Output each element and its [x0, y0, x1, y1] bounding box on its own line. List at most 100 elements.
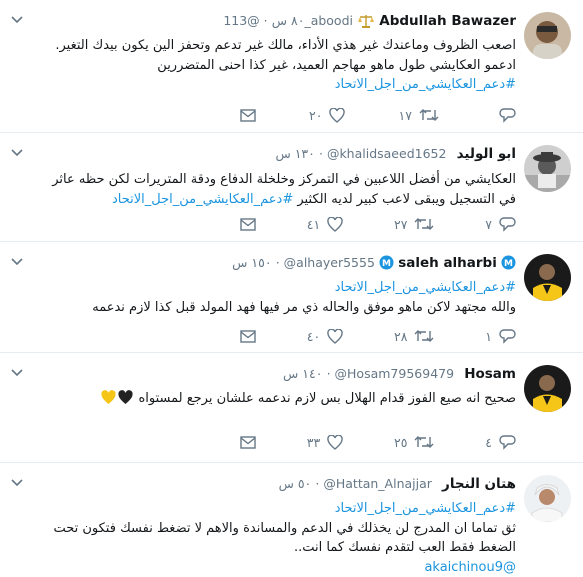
retweet-icon: [414, 436, 434, 448]
chevron-down-icon[interactable]: [10, 12, 24, 26]
tweet-header: ١٤٠ س · @Hosam79569479 Hosam: [283, 366, 516, 382]
hashtag-link[interactable]: #دعم_العكايشي_من_اجل_الاتحاد: [335, 501, 516, 516]
display-name[interactable]: Hosam: [464, 366, 516, 382]
reply-count: ٧: [485, 216, 492, 232]
reply-icon: [499, 328, 516, 344]
envelope-icon: [240, 329, 256, 343]
envelope-icon: [240, 108, 256, 122]
tweet-line: اصعب الظروف وماعندك غير هذي الأداء، مالك…: [55, 38, 516, 53]
hashtag-link[interactable]: #دعم_العكايشي_من_اجل_الاتحاد: [335, 77, 516, 92]
retweet-button[interactable]: ١٧: [399, 108, 439, 123]
verified-badge-icon: M: [379, 255, 394, 274]
like-button[interactable]: ٤٠: [306, 328, 343, 344]
display-name[interactable]: saleh alharbi: [398, 255, 497, 271]
dm-button[interactable]: [240, 329, 256, 343]
like-count: ٤٠: [306, 328, 321, 344]
tweet-line: ثق تماما ان المدرج لن يخذلك في الدعم وال…: [53, 520, 516, 536]
tweet-text: العكايشي من أفضل اللاعبين في التمركز وخل…: [30, 170, 516, 209]
tweet-time[interactable]: ٥٠ س: [279, 476, 312, 491]
retweet-button[interactable]: ٢٨: [394, 329, 434, 344]
reply-count: ١: [485, 328, 492, 344]
like-button[interactable]: ٢٠: [309, 107, 346, 123]
reply-button[interactable]: ١: [485, 329, 516, 344]
retweet-count: ٢٧: [394, 216, 408, 232]
black-heart-emoji: [117, 390, 134, 412]
tweet-feed: ٨٠ س · @113_aboodi Abdullah Bawazer اصعب…: [0, 0, 583, 575]
dm-button[interactable]: [240, 217, 256, 231]
mention-link[interactable]: @akaichinou9: [424, 560, 516, 575]
display-name[interactable]: Abdullah Bawazer: [379, 13, 516, 29]
avatar[interactable]: [524, 365, 571, 412]
retweet-icon: [414, 330, 434, 342]
retweet-count: ٢٨: [394, 328, 408, 344]
avatar[interactable]: [524, 145, 571, 192]
hashtag-link[interactable]: #دعم_العكايشي_من_اجل_الاتحاد: [335, 280, 516, 295]
tweet[interactable]: ١٣٠ س · @khalidsaeed1652 ابو الوليد العك…: [0, 133, 583, 242]
tweet-text: #دعم_العكايشي_من_اجل_الاتحاد والله مجتهد…: [30, 278, 516, 317]
tweet-header: ٥٠ س · @Hattan_Alnajjar هتان النجار: [278, 476, 516, 492]
yellow-heart-emoji: [100, 390, 117, 412]
tweet-line: ادعمو العكايشي طول ماهو مهاجم العميد، غي…: [157, 57, 516, 73]
tweet-text: #دعم_العكايشي_من_اجل_الاتحاد ثق تماما ان…: [30, 499, 516, 577]
tweet-time[interactable]: ١٤٠ س: [283, 366, 322, 381]
retweet-count: ١٧: [398, 107, 412, 123]
tweet-actions: ٣٣ ٢٥ ٤: [240, 433, 516, 451]
tweet[interactable]: ١٤٠ س · @Hosam79569479 Hosam صحيح انه صي…: [0, 353, 583, 463]
retweet-button[interactable]: ٢٧: [394, 217, 434, 232]
dm-button[interactable]: [240, 435, 256, 449]
tweet-line: والله مجتهد لاكن ماهو موفق والحاله ذي مر…: [92, 299, 516, 315]
avatar[interactable]: [524, 12, 571, 59]
tweet-time[interactable]: ٨٠ س: [272, 13, 305, 28]
tweet[interactable]: ١٥٠ س · @alhayer5555 M saleh alharbi M #…: [0, 242, 583, 353]
retweet-icon: [414, 218, 434, 230]
tweet-line: في التسجيل ويبقى لاعب كبير لديه الكثير: [297, 191, 516, 207]
like-button[interactable]: ٣٣: [306, 434, 343, 450]
heart-icon: [327, 216, 343, 232]
tweet-time[interactable]: ١٣٠ س: [275, 146, 314, 161]
retweet-button[interactable]: ٢٥: [394, 435, 434, 450]
display-name[interactable]: هتان النجار: [442, 476, 516, 492]
tweet-handle[interactable]: @Hosam79569479: [335, 366, 455, 381]
chevron-down-icon[interactable]: [10, 145, 24, 159]
reply-icon: [499, 434, 516, 450]
reply-button[interactable]: ٧: [485, 217, 516, 232]
avatar[interactable]: [524, 254, 571, 301]
hashtag-link[interactable]: #دعم_العكايشي_من_اجل_الاتحاد: [112, 192, 293, 207]
tweet-actions: ٤٠ ٢٨ ١: [240, 327, 516, 345]
tweet-line: الضغط فقط العب لتقدم نفسك كما انت..: [294, 540, 516, 555]
reply-button[interactable]: [492, 107, 516, 123]
svg-text:M: M: [504, 259, 513, 269]
reply-count: ٤: [485, 434, 492, 450]
avatar[interactable]: [524, 475, 571, 522]
tweet-line: العكايشي من أفضل اللاعبين في التمركز وخل…: [52, 172, 516, 187]
reply-icon: [499, 216, 516, 232]
tweet[interactable]: ٥٠ س · @Hattan_Alnajjar هتان النجار #دعم…: [0, 463, 583, 575]
tweet-actions: ٤١ ٢٧ ٧: [240, 215, 516, 233]
tweet-text: صحيح انه صيع الفوز قدام الهلال بس لازم ن…: [30, 389, 516, 412]
tweet-handle[interactable]: @khalidsaeed1652: [327, 146, 447, 161]
chevron-down-icon[interactable]: [10, 365, 24, 379]
tweet-handle[interactable]: @Hattan_Alnajjar: [323, 476, 432, 491]
chevron-down-icon[interactable]: [10, 475, 24, 489]
tweet-header: ١٣٠ س · @khalidsaeed1652 ابو الوليد: [275, 146, 516, 162]
retweet-count: ٢٥: [394, 434, 408, 450]
like-count: ٣٣: [306, 434, 321, 450]
tweet[interactable]: ٨٠ س · @113_aboodi Abdullah Bawazer اصعب…: [0, 0, 583, 133]
like-button[interactable]: ٤١: [306, 216, 343, 232]
reply-button[interactable]: ٤: [485, 435, 516, 450]
tweet-header: ١٥٠ س · @alhayer5555 M saleh alharbi M: [232, 255, 516, 274]
tweet-actions: ٢٠ ١٧: [240, 106, 516, 124]
reply-icon: [499, 107, 516, 123]
heart-icon: [327, 328, 343, 344]
tweet-time[interactable]: ١٥٠ س: [232, 255, 271, 270]
envelope-icon: [240, 435, 256, 449]
svg-text:M: M: [382, 259, 391, 269]
tweet-header: ٨٠ س · @113_aboodi Abdullah Bawazer: [223, 13, 516, 32]
chevron-down-icon[interactable]: [10, 254, 24, 268]
tweet-text: اصعب الظروف وماعندك غير هذي الأداء، مالك…: [30, 36, 516, 95]
like-count: ٤١: [306, 216, 321, 232]
retweet-icon: [419, 109, 439, 121]
display-name[interactable]: ابو الوليد: [457, 146, 516, 162]
dm-button[interactable]: [240, 108, 256, 122]
tweet-handle[interactable]: @alhayer5555: [284, 255, 375, 270]
